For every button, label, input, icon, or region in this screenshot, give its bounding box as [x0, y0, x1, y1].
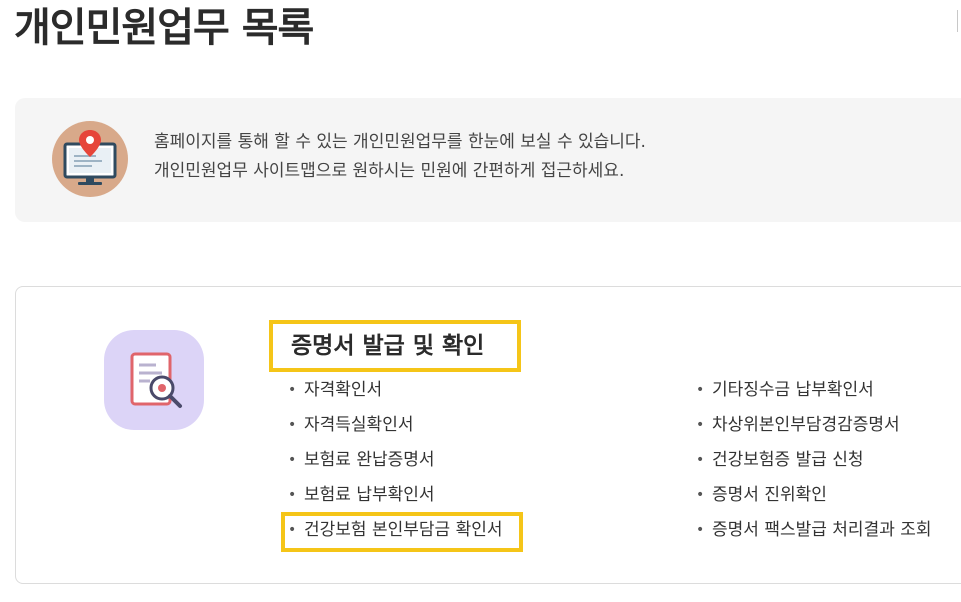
- list-item[interactable]: • 자격확인서: [288, 379, 503, 414]
- list-item[interactable]: • 자격득실확인서: [288, 414, 503, 449]
- section-title-highlight: 증명서 발급 및 확인: [269, 320, 521, 372]
- info-line-2: 개인민원업무 사이트맵으로 원하시는 민원에 간편하게 접근하세요.: [154, 161, 625, 181]
- list-item[interactable]: • 건강보험증 발급 신청: [696, 449, 932, 484]
- list-item-label[interactable]: 증명서 팩스발급 처리결과 조회: [712, 520, 932, 540]
- list-item-label[interactable]: 차상위본인부담경감증명서: [712, 415, 900, 435]
- bullet-icon: •: [288, 487, 297, 503]
- list-item[interactable]: • 증명서 진위확인: [696, 484, 932, 519]
- info-description: 홈페이지를 통해 할 수 있는 개인민원업무를 한눈에 보실 수 있습니다. 개…: [154, 128, 646, 186]
- certificate-section-card: 증명서 발급 및 확인 • 자격확인서 • 자격득실확인서 • 보험료 완납증명서 •…: [15, 286, 961, 584]
- selected-item-highlight: [281, 512, 523, 552]
- list-item[interactable]: • 차상위본인부담경감증명서: [696, 414, 932, 449]
- info-box: 홈페이지를 통해 할 수 있는 개인민원업무를 한눈에 보실 수 있습니다. 개…: [15, 98, 961, 222]
- bullet-icon: •: [696, 487, 705, 503]
- bullet-icon: •: [696, 452, 705, 468]
- list-item-label[interactable]: 건강보험증 발급 신청: [712, 450, 864, 470]
- bullet-icon: •: [288, 382, 297, 398]
- list-item-label[interactable]: 증명서 진위확인: [712, 485, 827, 505]
- list-item-label[interactable]: 보험료 납부확인서: [304, 485, 435, 505]
- list-item[interactable]: • 보험료 완납증명서: [288, 449, 503, 484]
- list-item-label[interactable]: 자격확인서: [304, 380, 382, 400]
- list-item-label[interactable]: 기타징수금 납부확인서: [712, 380, 874, 400]
- info-line-1: 홈페이지를 통해 할 수 있는 개인민원업무를 한눈에 보실 수 있습니다.: [154, 132, 646, 152]
- list-item-label[interactable]: 보험료 완납증명서: [304, 450, 435, 470]
- list-item[interactable]: • 증명서 팩스발급 처리결과 조회: [696, 519, 932, 554]
- list-item[interactable]: • 기타징수금 납부확인서: [696, 379, 932, 414]
- section-title: 증명서 발급 및 확인: [291, 333, 485, 359]
- bullet-icon: •: [288, 452, 297, 468]
- bullet-icon: •: [696, 417, 705, 433]
- bullet-icon: •: [696, 522, 705, 538]
- page-title: 개인민원업무 목록: [14, 5, 314, 51]
- bullet-icon: •: [288, 417, 297, 433]
- corner-divider: [957, 10, 961, 32]
- certificate-list-right: • 기타징수금 납부확인서 • 차상위본인부담경감증명서 • 건강보험증 발급 신청 …: [696, 379, 932, 554]
- document-magnifier-icon: [104, 330, 204, 430]
- monitor-location-pin-icon: [52, 121, 128, 197]
- list-item-label[interactable]: 자격득실확인서: [304, 415, 413, 435]
- bullet-icon: •: [696, 382, 705, 398]
